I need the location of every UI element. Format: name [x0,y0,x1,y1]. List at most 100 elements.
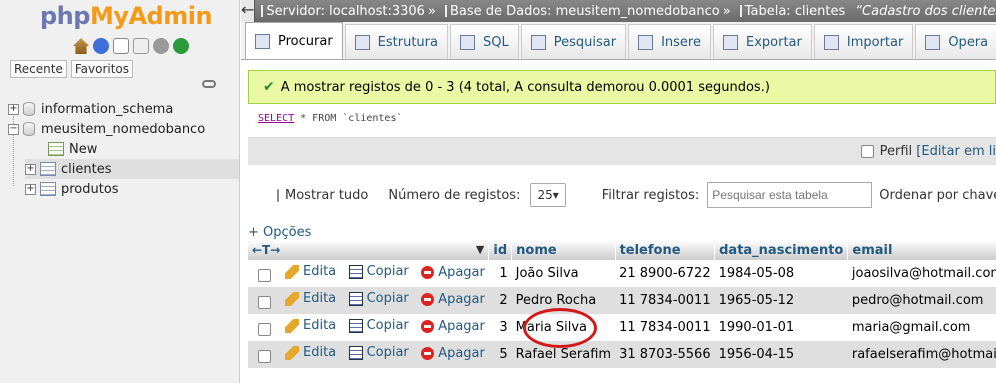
tab-label: Estrutura [377,34,438,50]
row-checkbox[interactable] [258,268,271,282]
breadcrumb-database[interactable]: Base de Dados: meusitem_nomedobanco [450,4,720,19]
reload-icon[interactable] [173,38,189,54]
breadcrumb-server[interactable]: Servidor: localhost:3306 [266,4,425,19]
tab-insert[interactable]: Insere [628,24,711,59]
link-icon[interactable] [202,80,216,88]
collapse-icon[interactable]: − [8,123,19,135]
copy-button[interactable]: Copiar [348,264,409,279]
tree-item-label: New [69,141,98,157]
delete-button[interactable]: Apagar [421,292,485,307]
delete-button[interactable]: Apagar [421,265,485,280]
column-header-data-nascimento[interactable]: data_nascimento [714,240,849,260]
filter-input[interactable] [707,182,873,208]
cell-data-nascimento[interactable]: 1956-04-15 [714,341,848,368]
column-header-email[interactable]: email [847,240,996,260]
table-row[interactable]: Edita Copiar Apagar 2 Pedro Rocha 11 7834-0… [248,287,996,314]
edit-button[interactable]: Edita [285,264,336,279]
copy-button[interactable]: Copiar [348,291,409,306]
tab-browse[interactable]: Procurar [245,22,343,59]
page-icon[interactable] [133,38,149,54]
table-row[interactable]: Edita Copiar Apagar 5 Rafael Serafim 31 870… [248,341,996,368]
documentation-icon[interactable] [113,38,129,54]
expand-icon[interactable]: + [25,163,36,175]
logo-myadmin: MyAdmin [89,2,213,30]
cell-telefone[interactable]: 11 7834-0011 [615,287,715,314]
copy-button[interactable]: Copiar [348,318,409,333]
tab-import[interactable]: Importar [813,24,914,59]
tab-favorites[interactable]: Favoritos [70,60,134,78]
expand-icon[interactable]: + [8,103,19,115]
tab-search[interactable]: Pesquisar [520,24,627,59]
column-arrows-icon[interactable]: ←T→ [252,243,280,257]
row-checkbox[interactable] [258,349,271,363]
cell-id[interactable]: 1 [488,260,512,287]
edit-button[interactable]: Edita [285,318,336,333]
copy-button[interactable]: Copiar [348,345,409,360]
cell-nome[interactable]: João Silva [511,260,616,287]
row-checkbox[interactable] [258,295,271,309]
cell-id[interactable]: 5 [488,341,512,368]
expand-icon[interactable]: + [25,183,36,195]
cell-data-nascimento[interactable]: 1965-05-12 [714,287,848,314]
cell-nome[interactable]: Maria Silva [511,314,616,341]
row-checkbox[interactable] [258,322,271,336]
cell-telefone[interactable]: 31 8703-5566 [615,341,715,368]
profile-checkbox[interactable] [860,145,874,158]
tree-item-meusitem-nomedobanco[interactable]: − meusitem_nomedobanco [8,119,205,139]
breadcrumb-table[interactable]: Tabela: clientes [745,4,846,19]
sql-query-box[interactable]: SELECT * FROM `clientes` [248,105,996,137]
table-row[interactable]: Edita Copiar Apagar 3 Maria Silva 11 7834-0… [248,314,996,341]
row-actions: Edita Copiar Apagar [248,341,489,368]
tab-recent[interactable]: Recente [10,60,67,78]
structure-icon [354,34,370,50]
edit-button[interactable]: Edita [285,345,336,360]
table-row[interactable]: Edita Copiar Apagar 1 João Silva 21 8900-67… [248,260,996,287]
edit-inline-link[interactable]: [Editar em li [916,144,996,159]
table-icon [739,5,742,17]
cell-data-nascimento[interactable]: 1990-01-01 [714,314,848,341]
cell-nome[interactable]: Pedro Rocha [511,287,616,314]
tree-item-produtos[interactable]: + produtos [25,179,119,199]
tab-export[interactable]: Exportar [712,24,812,59]
show-all-checkbox[interactable] [277,188,279,202]
cell-data-nascimento[interactable]: 1984-05-08 [714,260,848,287]
pencil-icon [285,264,299,279]
phpmyadmin-logo[interactable]: phpMyAdmin [40,2,213,30]
cell-telefone[interactable]: 21 8900-6722 [615,260,715,287]
cell-email[interactable]: pedro@hotmail.com [847,287,996,314]
cell-telefone[interactable]: 11 7834-0011 [615,314,715,341]
gear-icon[interactable] [153,38,169,54]
delete-button[interactable]: Apagar [421,346,485,361]
edit-button[interactable]: Edita [285,291,336,306]
delete-button[interactable]: Apagar [421,319,485,334]
sort-arrow-icon[interactable]: ▼ [476,243,484,256]
copy-icon [348,318,363,333]
tree-item-new[interactable]: New [48,139,97,159]
options-link[interactable]: + Opções [248,225,311,240]
rows-per-page-select[interactable]: 25 ▾ [530,183,566,207]
cell-email[interactable]: maria@gmail.com [847,314,996,341]
tab-sql[interactable]: SQL [450,24,519,59]
help-icon[interactable] [93,38,109,54]
server-icon [261,5,264,17]
sql-keyword[interactable]: SELECT [258,113,294,124]
cell-id[interactable]: 2 [488,287,512,314]
new-table-icon [48,142,64,156]
logo-php: php [40,2,90,30]
home-icon[interactable] [73,38,89,54]
back-arrow-icon[interactable]: ← [241,0,256,22]
dropdown-arrow-icon: ▾ [552,188,559,202]
tree-item-clientes[interactable]: + clientes [25,159,239,179]
tree-item-information-schema[interactable]: + information_schema [8,99,173,119]
cell-nome[interactable]: Rafael Serafim [511,341,616,368]
delete-label: Apagar [438,345,485,361]
tab-structure[interactable]: Estrutura [344,24,448,59]
cell-email[interactable]: rafaelserafim@hotmail.com [847,341,996,368]
column-header-id[interactable]: id [488,240,513,260]
pencil-icon [285,318,299,333]
column-header-telefone[interactable]: telefone [615,240,716,260]
column-header-nome[interactable]: nome [511,240,616,260]
tab-operations[interactable]: Opera [915,24,996,59]
cell-email[interactable]: joaosilva@hotmail.com [847,260,996,287]
cell-id[interactable]: 3 [488,314,512,341]
